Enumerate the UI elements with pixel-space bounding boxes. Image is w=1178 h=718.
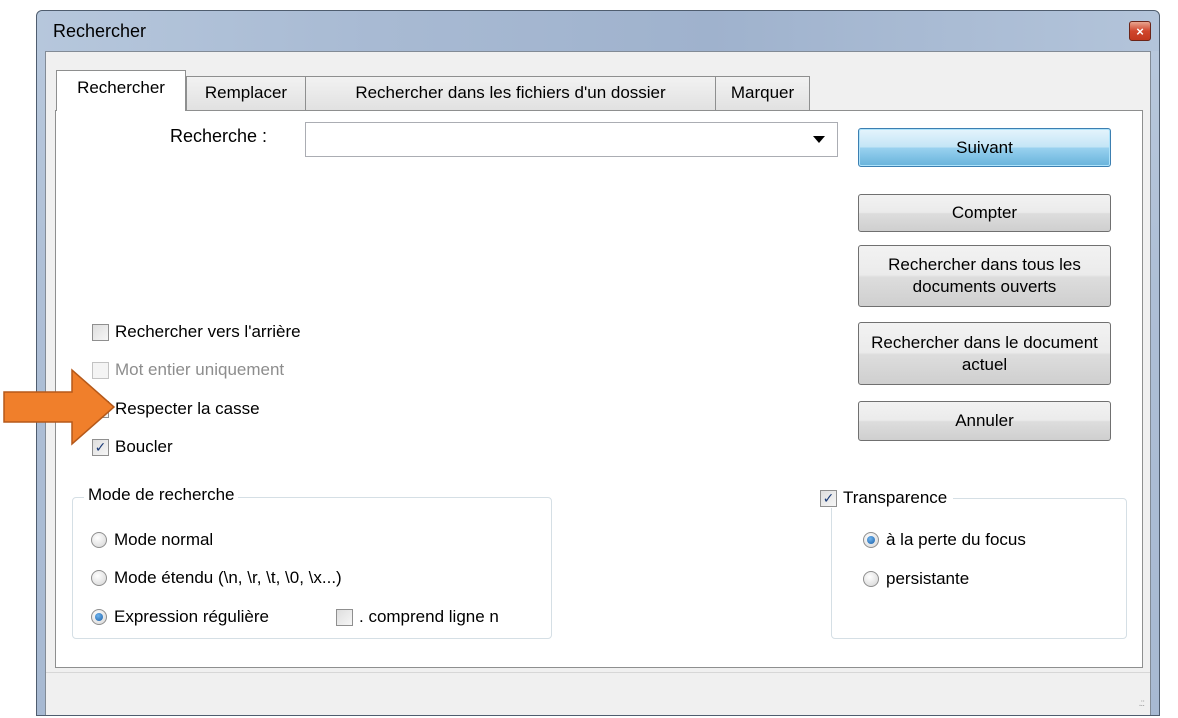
- whole-word-label: Mot entier uniquement: [115, 360, 285, 379]
- next-button[interactable]: Suivant: [858, 128, 1111, 167]
- backward-checkbox[interactable]: [92, 323, 109, 341]
- find-all-open-documents-button[interactable]: Rechercher dans tous les documents ouver…: [858, 245, 1111, 307]
- search-combo[interactable]: [305, 122, 838, 157]
- wrap-label: Boucler: [115, 437, 173, 456]
- search-input[interactable]: [308, 125, 802, 155]
- mode-normal-option[interactable]: Mode normal: [91, 530, 213, 550]
- transparency-option[interactable]: ✓ Transparence: [820, 488, 954, 508]
- mode-regex-radio[interactable]: [91, 609, 107, 625]
- mode-regex-option[interactable]: Expression régulière: [91, 607, 269, 627]
- mode-extended-label: Mode étendu (\n, \r, \t, \0, \x...): [114, 568, 342, 587]
- arrow-shape: [3, 368, 116, 446]
- count-button[interactable]: Compter: [858, 194, 1111, 232]
- arrow-right-icon: [3, 368, 116, 446]
- on-focus-loss-radio[interactable]: [863, 532, 879, 548]
- on-focus-loss-option[interactable]: à la perte du focus: [863, 530, 1026, 550]
- search-label: Recherche :: [170, 126, 268, 146]
- find-dialog-window: Rechercher × Rechercher Remplacer Recher…: [36, 10, 1160, 716]
- window-title: Rechercher: [53, 21, 147, 41]
- always-radio[interactable]: [863, 571, 879, 587]
- mode-extended-option[interactable]: Mode étendu (\n, \r, \t, \0, \x...): [91, 568, 342, 588]
- always-option[interactable]: persistante: [863, 569, 969, 589]
- find-in-current-document-button[interactable]: Rechercher dans le document actuel: [858, 322, 1111, 385]
- mode-extended-radio[interactable]: [91, 570, 107, 586]
- transparency-label: Transparence: [843, 488, 948, 507]
- dot-newline-label: . comprend ligne n: [359, 607, 499, 626]
- dot-newline-option[interactable]: . comprend ligne n: [336, 607, 546, 627]
- dialog-client-area: Rechercher Remplacer Rechercher dans les…: [45, 51, 1151, 715]
- mode-normal-radio[interactable]: [91, 532, 107, 548]
- close-icon[interactable]: ×: [1129, 21, 1151, 41]
- backward-label: Rechercher vers l'arrière: [115, 322, 301, 341]
- mode-regex-label: Expression régulière: [114, 607, 269, 626]
- dot-newline-checkbox[interactable]: [336, 608, 353, 626]
- match-case-label: Respecter la casse: [115, 399, 260, 418]
- on-focus-loss-label: à la perte du focus: [886, 530, 1026, 549]
- backward-option[interactable]: Rechercher vers l'arrière: [92, 322, 301, 342]
- search-mode-legend: Mode de recherche: [84, 485, 239, 505]
- whole-word-option: Mot entier uniquement: [92, 360, 284, 380]
- title-bar[interactable]: Rechercher ×: [37, 11, 1159, 51]
- chevron-down-icon[interactable]: [813, 136, 825, 143]
- cancel-button[interactable]: Annuler: [858, 401, 1111, 441]
- mode-normal-label: Mode normal: [114, 530, 214, 549]
- always-label: persistante: [886, 569, 970, 588]
- transparency-checkbox[interactable]: ✓: [820, 489, 837, 507]
- panel-content: Recherche : Suivant Compter Rechercher d…: [46, 52, 1150, 715]
